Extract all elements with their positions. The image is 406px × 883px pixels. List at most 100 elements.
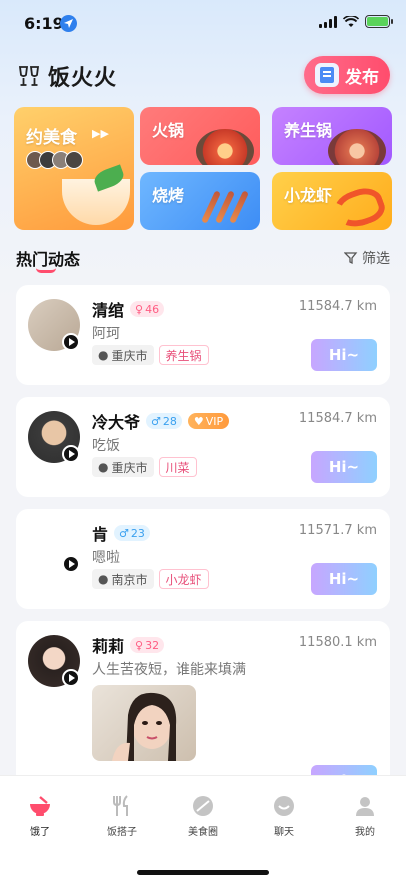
filter-icon [344,252,358,265]
food-tag: 川菜 [158,457,197,477]
category-grid: 约美食 ▶▶ 火锅 养生锅 烧烤 小龙虾 [14,107,392,230]
section-title: 热门动态 [16,250,81,269]
user-name: 冷大爷 [92,413,141,432]
vip-badge: ♥ VIP [187,413,230,429]
bio: 人生苦夜短，谁能来填满 [92,662,246,678]
play-icon[interactable] [62,555,80,573]
bottom-tab-bar: 饿了 饭搭子 美食圈 聊天 我的 [0,775,406,883]
category-huoguo[interactable]: 火锅 [140,107,260,165]
category-label: 火锅 [152,121,185,140]
location-pin-icon: ● [98,460,109,474]
city-tag: ● 重庆市 [92,345,154,365]
category-shaokao[interactable]: 烧烤 [140,172,260,230]
age-value: 28 [162,414,177,428]
shrimp-illustration [329,182,389,230]
city-tag: ● 重庆市 [92,457,154,477]
play-arrows-icon: ▶▶ [92,127,109,140]
hi-button[interactable]: Hi~ [311,563,377,595]
bio: 吃饭 [92,438,120,454]
age-badge: ♀ 46 [130,301,165,317]
app-header: 饭火火 发布 [16,56,390,96]
battery-icon [365,15,393,28]
status-time: 6:19 [24,14,64,33]
app-title: 饭火火 [48,66,118,91]
status-bar: 6:19 [0,0,406,46]
food-tag: 小龙虾 [158,569,209,589]
location-arrow-icon [60,15,77,32]
tab-wode[interactable]: 我的 [335,794,395,838]
tab-label: 美食圈 [188,827,218,838]
category-label: 约美食 [26,128,77,148]
profile-icon [356,797,374,816]
section-underline [36,268,56,273]
city-tag: ● 南京市 [92,569,154,589]
post-photo[interactable] [92,685,196,761]
tab-label: 饿了 [30,827,50,838]
play-icon[interactable] [62,333,80,351]
chat-icon [274,796,294,816]
male-icon: ♂ [151,414,161,428]
age-badge: ♂ 28 [146,413,182,429]
portrait-photo [112,692,177,761]
age-badge: ♂ 23 [114,525,150,541]
hi-button[interactable]: Hi~ [311,339,377,371]
hi-button[interactable]: Hi~ [311,451,377,483]
system-icons [319,15,393,28]
city-name: 重庆市 [111,348,148,363]
tab-label: 聊天 [274,827,294,838]
age-value: 23 [130,526,145,540]
heart-icon: ♥ [193,414,204,428]
category-xiaolongxia[interactable]: 小龙虾 [272,172,392,230]
feed-card[interactable]: 莉莉 ♀32 11580.1 km 人生苦夜短，谁能来填满 Hi~ [16,621,390,801]
tab-meishiquan[interactable]: 美食圈 [173,794,233,838]
age-badge: ♀ 32 [130,637,165,653]
age-value: 32 [145,638,160,652]
category-label: 烧烤 [152,186,185,205]
female-icon: ♀ [135,302,144,316]
avatar-stack [26,151,83,169]
publish-label: 发布 [345,67,379,88]
bio: 阿珂 [92,326,120,342]
filter-label: 筛选 [362,251,390,267]
distance: 11571.7 km [298,523,377,538]
distance: 11584.7 km [298,411,377,426]
user-name: 莉莉 [92,637,125,656]
food-tag: 养生锅 [158,345,209,365]
cellular-signal-icon [319,15,337,28]
tab-liaotian[interactable]: 聊天 [254,794,314,838]
tab-label: 我的 [355,827,375,838]
feed-card[interactable]: 冷大爷 ♂ 28 ♥ VIP 11584.7 km 吃饭 ● 重庆市 川菜 Hi~ [16,397,390,497]
city-name: 重庆市 [111,460,148,475]
tab-label: 饭搭子 [107,827,137,838]
bio: 嗯啦 [92,550,120,566]
category-label: 养生锅 [284,121,333,140]
utensils-icon [113,795,128,816]
location-pin-icon: ● [98,572,109,586]
bowl-icon [30,796,50,816]
publish-button[interactable]: 发布 [304,56,390,94]
play-icon[interactable] [62,669,80,687]
tab-fandazi[interactable]: 饭搭子 [92,794,152,838]
location-pin-icon: ● [98,348,109,362]
hotpot-illustration [196,129,254,165]
brand: 饭火火 [16,60,117,92]
feed-card[interactable]: 清绾 ♀ 46 11584.7 km 阿珂 ● 重庆市 养生锅 Hi~ [16,285,390,385]
city-name: 南京市 [111,572,148,587]
filter-button[interactable]: 筛选 [344,248,390,268]
cheers-glasses-icon [18,66,40,86]
feed-card[interactable]: 肯 ♂ 23 11571.7 km 嗯啦 ● 南京市 小龙虾 Hi~ [16,509,390,609]
home-indicator [137,870,269,875]
plate-icon [193,796,213,816]
vip-label: VIP [205,414,224,428]
document-icon [315,63,339,87]
category-yuemeishi[interactable]: 约美食 ▶▶ [14,107,134,230]
male-icon: ♂ [119,526,129,540]
tab-ele[interactable]: 饿了 [10,794,70,838]
category-yangshengguo[interactable]: 养生锅 [272,107,392,165]
wifi-icon [343,15,359,27]
distance: 11584.7 km [298,299,377,314]
play-icon[interactable] [62,445,80,463]
category-label: 小龙虾 [284,186,333,205]
hotpot-illustration [328,129,386,165]
female-icon: ♀ [135,638,144,652]
